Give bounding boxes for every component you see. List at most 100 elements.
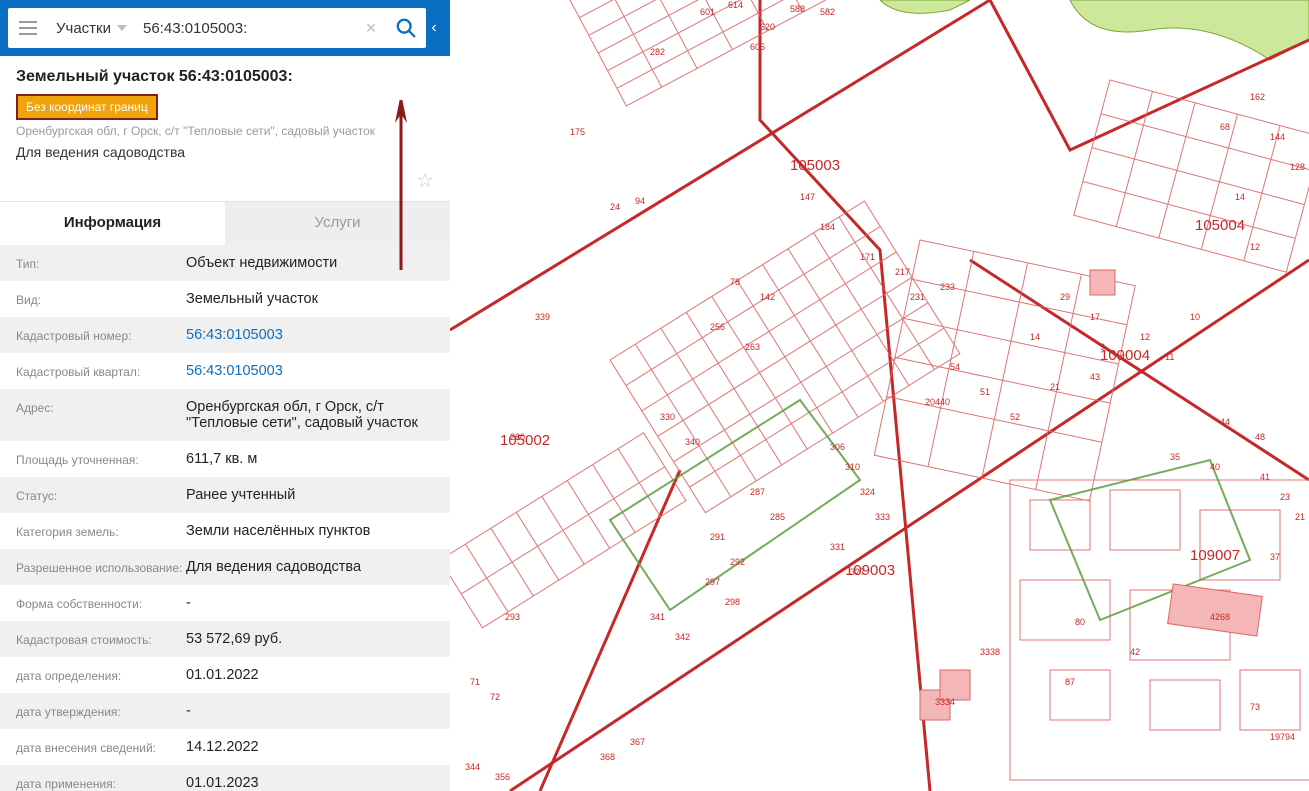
object-usage: Для ведения садоводства bbox=[16, 144, 434, 160]
svg-text:333: 333 bbox=[875, 512, 890, 522]
svg-text:11: 11 bbox=[1165, 352, 1174, 362]
info-value: 53 572,69 руб. bbox=[186, 631, 434, 647]
svg-text:306: 306 bbox=[830, 442, 845, 452]
svg-text:620: 620 bbox=[760, 22, 775, 32]
svg-text:291: 291 bbox=[710, 532, 725, 542]
info-label: Площадь уточненная: bbox=[16, 451, 186, 467]
info-label: Вид: bbox=[16, 291, 186, 307]
info-label: Категория земель: bbox=[16, 523, 186, 539]
chevron-left-icon: ‹ bbox=[431, 19, 436, 37]
clear-button[interactable]: × bbox=[356, 18, 386, 39]
svg-text:19794: 19794 bbox=[1270, 732, 1295, 742]
svg-text:327: 327 bbox=[850, 567, 865, 577]
info-value: Оренбургская обл, г Орск, с/т "Тепловые … bbox=[186, 399, 434, 431]
object-title: Земельный участок 56:43:0105003: bbox=[16, 68, 293, 86]
info-label: дата внесения сведений: bbox=[16, 739, 186, 755]
svg-text:171: 171 bbox=[860, 252, 875, 262]
svg-text:78: 78 bbox=[730, 277, 740, 287]
svg-text:14: 14 bbox=[1235, 192, 1245, 202]
svg-text:14: 14 bbox=[1030, 332, 1040, 342]
search-button[interactable] bbox=[386, 17, 426, 39]
svg-text:4268: 4268 bbox=[1210, 612, 1230, 622]
svg-text:80: 80 bbox=[1075, 617, 1085, 627]
svg-text:94: 94 bbox=[635, 196, 645, 206]
info-row: Кадастровый квартал:56:43:0105003 bbox=[0, 353, 450, 389]
svg-text:48: 48 bbox=[1255, 432, 1265, 442]
info-row: дата утверждения:- bbox=[0, 693, 450, 729]
svg-text:42: 42 bbox=[1130, 647, 1140, 657]
block-label: 105002 bbox=[500, 432, 550, 449]
svg-text:52: 52 bbox=[1010, 412, 1020, 422]
collapse-sidebar-button[interactable]: ‹ bbox=[426, 8, 442, 48]
svg-text:40: 40 bbox=[1210, 462, 1220, 472]
svg-text:162: 162 bbox=[1250, 92, 1265, 102]
tab-services[interactable]: Услуги bbox=[225, 202, 450, 245]
info-value: Ранее учтенный bbox=[186, 487, 434, 503]
info-row: Категория земель:Земли населённых пункто… bbox=[0, 513, 450, 549]
svg-text:23: 23 bbox=[1280, 492, 1290, 502]
info-label: дата определения: bbox=[16, 667, 186, 683]
svg-text:147: 147 bbox=[800, 192, 815, 202]
info-value: - bbox=[186, 703, 434, 719]
svg-text:582: 582 bbox=[820, 7, 835, 17]
chevron-down-icon bbox=[117, 25, 127, 31]
info-label: Кадастровый квартал: bbox=[16, 363, 186, 379]
info-row: Площадь уточненная:611,7 кв. м bbox=[0, 441, 450, 477]
block-label: 105003 bbox=[790, 157, 840, 174]
svg-text:260: 260 bbox=[510, 432, 525, 442]
svg-text:282: 282 bbox=[650, 47, 665, 57]
object-address-short: Оренбургская обл, г Орск, с/т "Тепловые … bbox=[16, 124, 434, 138]
info-value: 01.01.2023 bbox=[186, 775, 434, 791]
search-input[interactable] bbox=[135, 20, 356, 37]
info-row: дата определения:01.01.2022 bbox=[0, 657, 450, 693]
svg-text:324: 324 bbox=[860, 487, 875, 497]
svg-text:614: 614 bbox=[728, 0, 743, 10]
search-bar: Участки × ‹ bbox=[0, 0, 450, 56]
svg-text:605: 605 bbox=[750, 42, 765, 52]
favorite-button[interactable]: ☆ bbox=[416, 170, 434, 192]
svg-text:17: 17 bbox=[1090, 312, 1100, 322]
svg-text:367: 367 bbox=[630, 737, 645, 747]
info-label: дата применения: bbox=[16, 775, 186, 791]
svg-text:24: 24 bbox=[610, 202, 620, 212]
menu-button[interactable] bbox=[8, 21, 48, 35]
svg-text:293: 293 bbox=[505, 612, 520, 622]
svg-text:68: 68 bbox=[1220, 122, 1230, 132]
svg-text:285: 285 bbox=[770, 512, 785, 522]
info-value: Объект недвижимости bbox=[186, 255, 434, 271]
svg-text:342: 342 bbox=[675, 632, 690, 642]
info-label: Разрешенное использование: bbox=[16, 559, 186, 575]
category-select[interactable]: Участки bbox=[48, 20, 135, 37]
svg-text:73: 73 bbox=[1250, 702, 1260, 712]
svg-text:72: 72 bbox=[490, 692, 500, 702]
info-label: Тип: bbox=[16, 255, 186, 271]
svg-text:54: 54 bbox=[950, 362, 960, 372]
info-row: дата применения:01.01.2023 bbox=[0, 765, 450, 791]
svg-text:10: 10 bbox=[1190, 312, 1200, 322]
block-label: 105004 bbox=[1195, 217, 1245, 234]
svg-text:287: 287 bbox=[750, 487, 765, 497]
info-value[interactable]: 56:43:0105003 bbox=[186, 327, 434, 343]
object-header: Земельный участок 56:43:0105003: Без коо… bbox=[0, 56, 450, 164]
info-value: Земли населённых пунктов bbox=[186, 523, 434, 539]
info-row: дата внесения сведений:14.12.2022 bbox=[0, 729, 450, 765]
info-label: Кадастровый номер: bbox=[16, 327, 186, 343]
svg-text:256: 256 bbox=[710, 322, 725, 332]
block-label: 109007 bbox=[1190, 547, 1240, 564]
svg-text:175: 175 bbox=[570, 127, 585, 137]
info-value: Для ведения садоводства bbox=[186, 559, 434, 575]
info-value[interactable]: 56:43:0105003 bbox=[186, 363, 434, 379]
info-value: Земельный участок bbox=[186, 291, 434, 307]
svg-text:263: 263 bbox=[745, 342, 760, 352]
svg-text:297: 297 bbox=[705, 577, 720, 587]
svg-text:29: 29 bbox=[1060, 292, 1070, 302]
svg-text:3338: 3338 bbox=[980, 647, 1000, 657]
tab-information[interactable]: Информация bbox=[0, 202, 225, 245]
svg-text:44: 44 bbox=[1220, 417, 1230, 427]
svg-text:601: 601 bbox=[700, 7, 715, 17]
search-icon bbox=[395, 17, 417, 39]
info-row: Тип:Объект недвижимости bbox=[0, 245, 450, 281]
map-canvas[interactable]: 105003 105002 105004 109004 109003 10900… bbox=[450, 0, 1309, 791]
svg-text:71: 71 bbox=[470, 677, 480, 687]
svg-text:87: 87 bbox=[1065, 677, 1075, 687]
